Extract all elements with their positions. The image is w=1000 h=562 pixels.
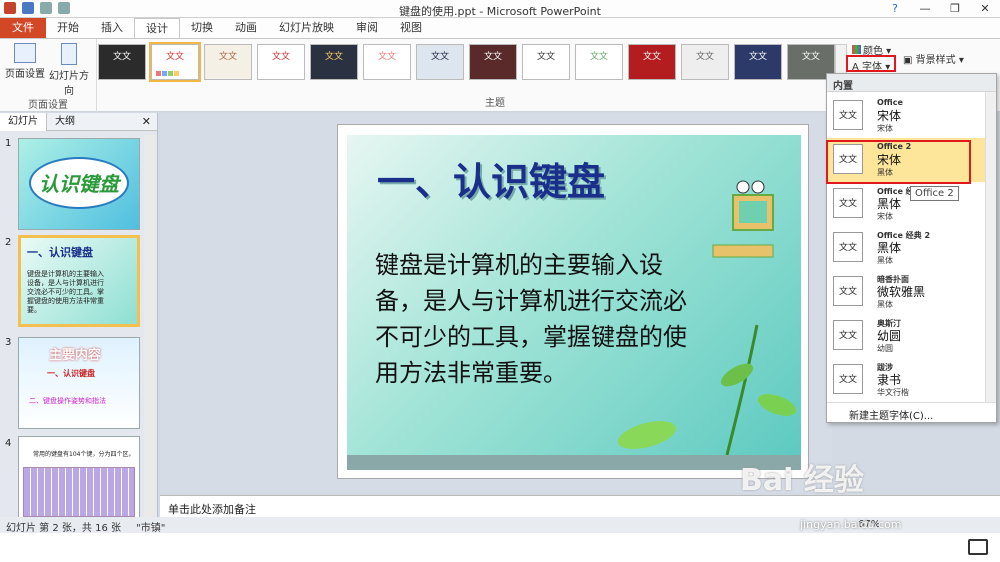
theme-gallery: 文文 文文 文文 文文 文文 文文 文文 文文 文文 文文 文文 文文 文文 文… — [98, 42, 835, 82]
orientation-icon — [61, 43, 77, 65]
keyboard-image — [23, 467, 135, 517]
group-label-theme: 主题 — [485, 98, 505, 109]
theme-thumb[interactable]: 文文 — [681, 44, 729, 80]
notes-field[interactable]: 单击此处添加备注 — [160, 495, 1000, 517]
slide-body-text: 键盘是计算机的主要输入设备，是人与计算机进行交流必不可少的工具。掌握键盘的使用方… — [27, 270, 104, 314]
theme-thumb[interactable]: 文文 — [363, 44, 411, 80]
slide-line: 二、键盘操作姿势和指法 — [29, 397, 106, 405]
page-setup-group: 页面设置 幻灯片方向 页面设置 — [0, 39, 97, 113]
tab-animations[interactable]: 动画 — [224, 18, 268, 38]
ribbon-tabs: 文件 开始 插入 设计 切换 动画 幻灯片放映 审阅 视图 — [0, 18, 1000, 38]
slide-title[interactable]: 一、认识键盘 — [377, 151, 605, 206]
theme-thumb[interactable]: 文文 — [310, 44, 358, 80]
font-preview: 文文 — [833, 276, 863, 306]
fonts-dropdown: 内置 文文 Office 宋体 宋体 文文 Office 2 宋体 黑体 文文 … — [826, 73, 997, 423]
font-preview: 文文 — [833, 364, 863, 394]
theme-thumb[interactable]: 文文 — [628, 44, 676, 80]
minimize-button[interactable]: — — [910, 0, 940, 18]
tab-review[interactable]: 审阅 — [345, 18, 389, 38]
theme-thumb[interactable]: 文文 — [522, 44, 570, 80]
slide-number: 4 — [5, 438, 12, 449]
computer-cartoon-icon — [712, 180, 774, 258]
highlight-box — [826, 140, 971, 184]
slide-footer-bar — [347, 455, 801, 470]
font-preview: 文文 — [833, 100, 863, 130]
page-setup-label: 页面设置 — [5, 69, 45, 80]
tab-outline[interactable]: 大纲 — [47, 113, 83, 131]
background-style-button[interactable]: ▣ 背景样式 ▾ — [903, 51, 964, 66]
dropdown-header: 内置 — [827, 74, 996, 92]
slides-scrollbar[interactable] — [144, 135, 156, 525]
group-label-page: 页面设置 — [28, 100, 68, 111]
theme-thumb[interactable]: 文文 — [98, 44, 146, 80]
bottom-area — [0, 533, 1000, 562]
slide-thumbnail-4[interactable]: 常用的键盘有104个键，分为四个区。 — [18, 436, 140, 526]
slide-thumbnail-2[interactable]: 一、认识键盘 键盘是计算机的主要输入设备，是人与计算机进行交流必不可少的工具。掌… — [18, 235, 140, 327]
background-icon: ▣ — [903, 55, 913, 66]
plant-leaves-icon — [617, 324, 797, 455]
colors-icon — [852, 45, 861, 54]
slide-number: 1 — [5, 138, 12, 149]
font-preview: 文文 — [833, 232, 863, 262]
slide-line: 一、认识键盘 — [47, 369, 95, 378]
theme-thumb[interactable]: 文文 — [469, 44, 517, 80]
tooltip: Office 2 — [910, 186, 959, 201]
slides-panel: 幻灯片 大纲 ✕ 1 认识键盘 2 一、认识键盘 键盘是计算机的主要输入设备，是… — [0, 112, 158, 530]
slide-body-text: 常用的键盘有104个键，分为四个区。 — [33, 451, 135, 458]
slide-title-text: 一、认识键盘 — [27, 246, 93, 259]
theme-thumb[interactable]: 文文 — [149, 42, 201, 82]
font-option[interactable]: 文文 Office 宋体 宋体 — [827, 94, 985, 138]
theme-thumb[interactable]: 文文 — [416, 44, 464, 80]
font-preview: 文文 — [833, 188, 863, 218]
font-option[interactable]: 文文 Office 经典 2 黑体 黑体 — [827, 226, 985, 270]
tab-view[interactable]: 视图 — [389, 18, 433, 38]
new-theme-fonts-link[interactable]: 新建主题字体(C)... — [827, 402, 996, 422]
title-bar: 键盘的使用.ppt - Microsoft PowerPoint ? — ❐ ✕ — [0, 0, 1000, 18]
font-option[interactable]: 文文 暗香扑面 微软雅黑 黑体 — [827, 270, 985, 314]
watermark-url: jingyan.baidu.com — [800, 518, 902, 531]
slide-title-text: 认识键盘 — [29, 157, 129, 209]
dropdown-scrollbar[interactable] — [985, 92, 996, 402]
close-button[interactable]: ✕ — [970, 0, 1000, 18]
slide-number: 3 — [5, 337, 12, 348]
orientation-button[interactable]: 幻灯片方向 — [46, 43, 92, 97]
theme-thumb[interactable]: 文文 — [257, 44, 305, 80]
font-option[interactable]: 文文 奥斯汀 幼圆 幼圆 — [827, 314, 985, 358]
tab-file[interactable]: 文件 — [0, 18, 46, 38]
highlight-box — [846, 55, 896, 72]
tab-insert[interactable]: 插入 — [90, 18, 134, 38]
help-button[interactable]: ? — [880, 0, 910, 18]
chat-icon[interactable] — [968, 539, 988, 555]
theme-thumb[interactable]: 文文 — [204, 44, 252, 80]
font-option[interactable]: 文文 Office 经典 黑体 宋体 — [827, 182, 985, 226]
maximize-button[interactable]: ❐ — [940, 0, 970, 18]
slide-thumbnail-3[interactable]: 主要内容 一、认识键盘 二、键盘操作姿势和指法 — [18, 337, 140, 429]
close-panel-icon[interactable]: ✕ — [142, 115, 151, 128]
current-slide[interactable]: 一、认识键盘 键盘是计算机的主要输入设备，是人与计算机进行交流必不可少的工具，掌… — [337, 124, 809, 479]
theme-thumb[interactable]: 文文 — [575, 44, 623, 80]
window-title: 键盘的使用.ppt - Microsoft PowerPoint — [399, 5, 601, 18]
font-option[interactable]: 文文 跋涉 隶书 华文行楷 — [827, 358, 985, 402]
page-setup-button[interactable]: 页面设置 — [2, 43, 48, 80]
watermark-logo: Bai 经验 — [740, 463, 864, 498]
slide-number: 2 — [5, 237, 12, 248]
page-setup-icon — [14, 43, 36, 63]
orientation-label: 幻灯片方向 — [49, 71, 89, 97]
slide-title-text: 主要内容 — [49, 348, 102, 363]
slide-thumbnail-1[interactable]: 认识键盘 — [18, 138, 140, 230]
tab-slides[interactable]: 幻灯片 — [0, 112, 47, 131]
tab-home[interactable]: 开始 — [46, 18, 90, 38]
tab-design[interactable]: 设计 — [134, 18, 180, 38]
font-preview: 文文 — [833, 320, 863, 350]
tab-transitions[interactable]: 切换 — [180, 18, 224, 38]
tab-slideshow[interactable]: 幻灯片放映 — [268, 18, 345, 38]
theme-thumb[interactable]: 文文 — [734, 44, 782, 80]
